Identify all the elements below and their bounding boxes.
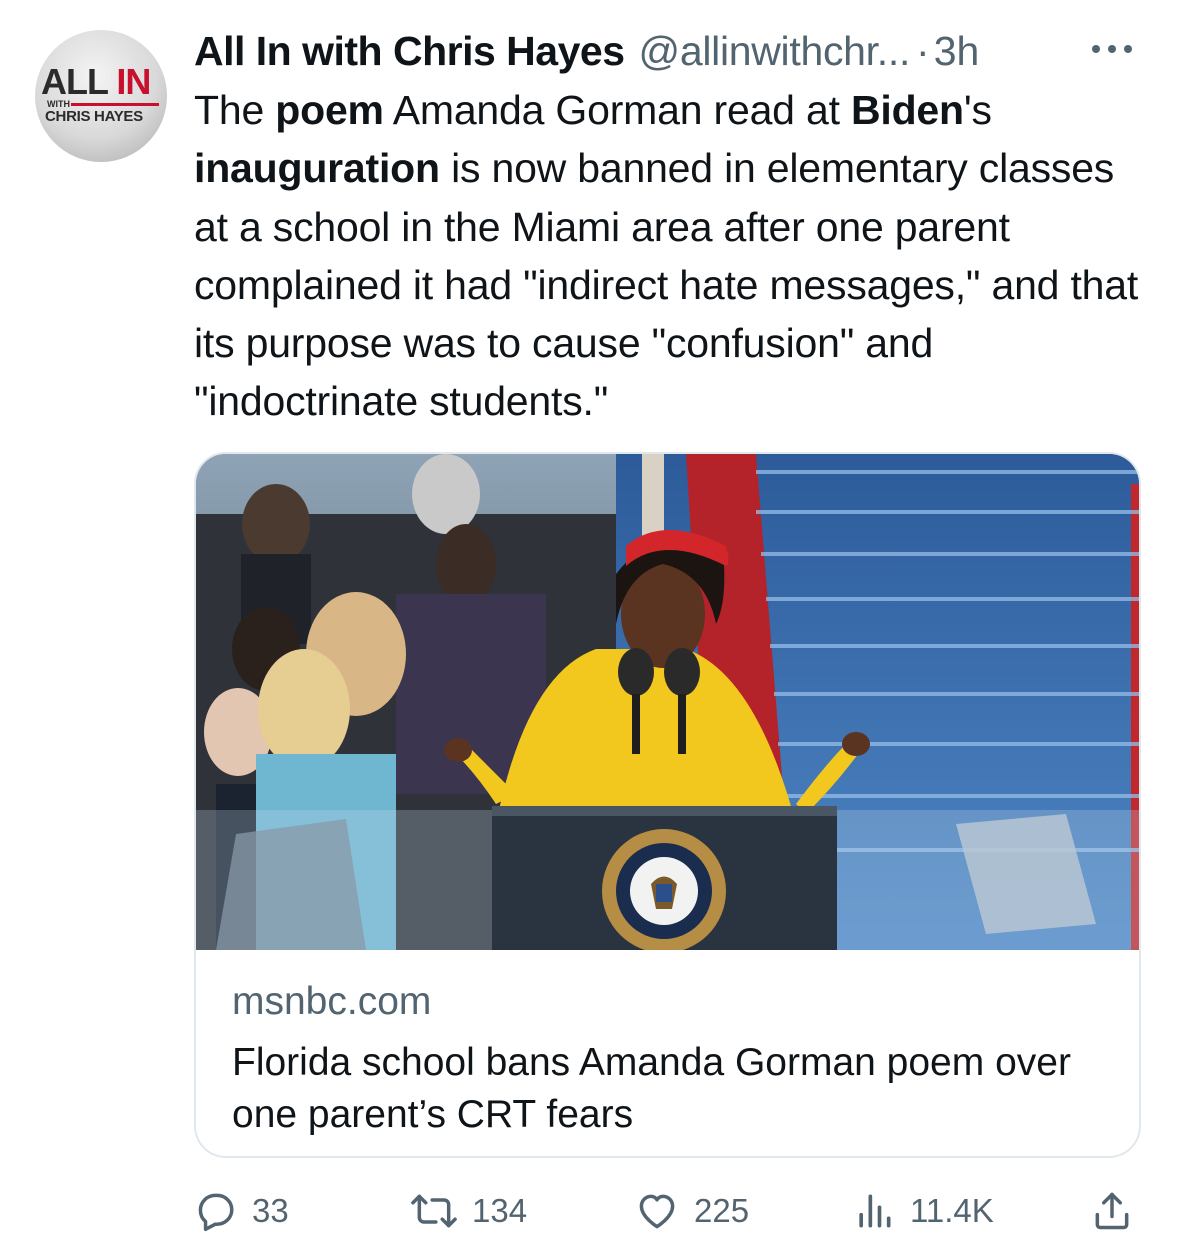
tweet-timestamp[interactable]: 3h [934, 24, 980, 78]
share-icon [1090, 1189, 1134, 1233]
retweet-button[interactable]: 134 [410, 1184, 527, 1238]
author-name[interactable]: All In with Chris Hayes [194, 24, 625, 78]
retweet-icon [410, 1189, 458, 1233]
more-options-button[interactable] [1088, 34, 1148, 64]
tweet-text-segment: 's [963, 87, 992, 133]
avatar-logo-in: IN [116, 61, 151, 102]
avatar-logo-all: ALL [41, 61, 108, 102]
retweet-count: 134 [472, 1192, 528, 1229]
header-separator: · [916, 28, 930, 74]
tweet-header: All In with Chris Hayes @allinwithchr...… [194, 24, 979, 78]
reply-icon [194, 1189, 238, 1233]
avatar[interactable]: ALL IN WITH CHRIS HAYES [35, 30, 167, 162]
action-bar: 33 134 225 11.4K [194, 1184, 1144, 1238]
tweet-text-segment: The [194, 87, 276, 133]
tweet-text-segment: inauguration [194, 145, 440, 192]
tweet-text: The poem Amanda Gorman read at Biden's i… [194, 81, 1154, 431]
views-button[interactable]: 11.4K [852, 1184, 994, 1238]
share-button[interactable] [1090, 1184, 1134, 1238]
views-count: 11.4K [910, 1192, 994, 1229]
tweet: ALL IN WITH CHRIS HAYES All In with Chri… [0, 0, 1179, 1252]
card-title[interactable]: Florida school bans Amanda Gorman poem o… [232, 1037, 1112, 1141]
card-domain[interactable]: msnbc.com [232, 979, 431, 1025]
tweet-text-segment: poem [275, 87, 384, 133]
views-chart-icon [852, 1189, 896, 1233]
avatar-logo-name: CHRIS HAYES [45, 108, 143, 125]
link-card[interactable]: msnbc.com Florida school bans Amanda Gor… [194, 452, 1141, 1158]
like-button[interactable]: 225 [634, 1184, 749, 1238]
reply-button[interactable]: 33 [194, 1184, 289, 1238]
tweet-text-segment: Biden [850, 87, 964, 133]
avatar-logo: ALL IN [41, 61, 151, 102]
card-image [196, 454, 1139, 950]
avatar-logo-bar [71, 103, 159, 106]
tweet-text-segment: Amanda Gorman read at [383, 87, 851, 133]
reply-count: 33 [252, 1192, 289, 1229]
more-horizontal-icon [1088, 45, 1136, 53]
author-handle[interactable]: @allinwithchr... [639, 24, 911, 78]
heart-icon [634, 1189, 680, 1233]
like-count: 225 [694, 1192, 750, 1229]
